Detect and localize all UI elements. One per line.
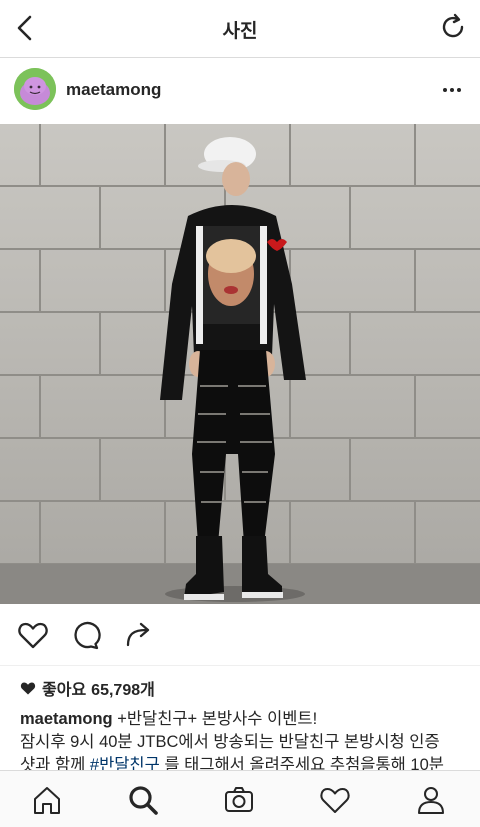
top-bar: 사진 bbox=[0, 0, 480, 58]
likes-label: 좋아요 bbox=[42, 682, 87, 699]
share-arrow-icon[interactable] bbox=[122, 618, 156, 652]
heart-outline-icon[interactable] bbox=[16, 618, 50, 652]
post-actions bbox=[0, 604, 480, 666]
post-caption: maetamong +반달친구+ 본방사수 이벤트! 잠시후 9시 40분 JT… bbox=[20, 708, 470, 777]
bottom-tab-bar bbox=[0, 770, 480, 827]
page-title: 사진 bbox=[222, 21, 258, 42]
heart-filled-icon bbox=[20, 680, 36, 696]
heart-outline-icon[interactable] bbox=[318, 783, 352, 817]
home-icon[interactable] bbox=[30, 783, 64, 817]
likes-count: 65,798개 bbox=[91, 682, 155, 699]
caption-username[interactable]: maetamong bbox=[20, 710, 113, 728]
profile-icon[interactable] bbox=[414, 783, 448, 817]
more-dots-icon[interactable] bbox=[440, 80, 464, 100]
avatar[interactable] bbox=[14, 68, 56, 110]
search-icon[interactable] bbox=[126, 783, 160, 817]
likes-row[interactable]: 좋아요 65,798개 bbox=[20, 676, 155, 700]
caption-text: +반달친구+ 본방사수 이벤트! bbox=[112, 710, 318, 728]
refresh-icon[interactable] bbox=[438, 12, 468, 42]
post-username[interactable]: maetamong bbox=[66, 80, 161, 100]
post-header: maetamong bbox=[0, 58, 480, 124]
comment-icon[interactable] bbox=[68, 618, 102, 652]
post-photo[interactable] bbox=[0, 124, 480, 604]
caption-line: 잠시후 9시 40분 JTBC에서 방송되는 반달친구 본방시청 인증 bbox=[20, 733, 440, 751]
caption-line: maetamong +반달친구+ 본방사수 이벤트! bbox=[20, 708, 470, 731]
camera-icon[interactable] bbox=[222, 783, 256, 817]
